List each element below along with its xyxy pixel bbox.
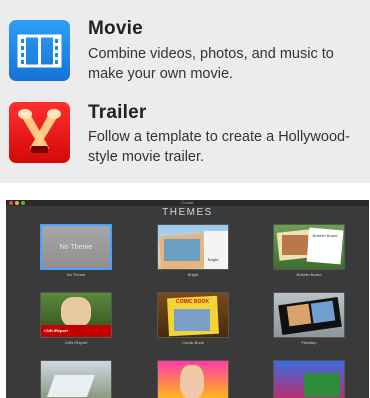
- themes-heading: THEMES: [162, 207, 213, 218]
- thumbnail-text: CNN iReport: [44, 328, 68, 333]
- movie-title: Movie: [88, 18, 143, 39]
- film-strip-icon: [9, 20, 70, 81]
- thumbnail-text: COMIC BOOK: [176, 299, 210, 305]
- theme-thumbnail: No Theme: [40, 224, 112, 270]
- create-window: Create THEMES No Theme No Theme Bright B…: [6, 200, 369, 398]
- theme-thumbnail: Bright: [157, 224, 229, 270]
- theme-thumbnail: [40, 360, 112, 398]
- theme-thumbnail: [157, 360, 229, 398]
- trailer-description: Follow a template to create a Hollywood-…: [88, 129, 350, 165]
- theme-thumbnail: CNN iReport: [40, 292, 112, 338]
- theme-label: CNN iReport: [64, 340, 88, 345]
- thumbnail-text: Bright: [208, 257, 219, 262]
- thumbnail-text: Bulletin Board: [312, 233, 338, 238]
- thumbnail-text: No Theme: [59, 244, 93, 251]
- trailer-title: Trailer: [88, 102, 147, 123]
- theme-thumbnail: [273, 292, 345, 338]
- trailer-option[interactable]: Trailer Follow a template to create a Ho…: [0, 95, 370, 183]
- theme-thumbnail: Bulletin Board: [273, 224, 345, 270]
- theme-label: Bright: [187, 272, 199, 277]
- theme-label: Comic Book: [182, 340, 204, 345]
- theme-label: No Theme: [66, 272, 86, 277]
- movie-option[interactable]: Movie Combine videos, photos, and music …: [0, 0, 370, 88]
- project-type-chooser: Movie Combine videos, photos, and music …: [0, 0, 370, 183]
- theme-label: Bulletin Board: [296, 272, 322, 277]
- theme-label: Filmstrip: [301, 340, 317, 345]
- theme-thumbnail: [273, 360, 345, 398]
- title-bar: Create: [6, 200, 369, 206]
- spotlights-icon: [9, 102, 70, 163]
- window-title: Create: [181, 200, 194, 205]
- movie-description: Combine videos, photos, and music to mak…: [88, 46, 334, 82]
- theme-thumbnail: COMIC BOOK: [157, 292, 229, 338]
